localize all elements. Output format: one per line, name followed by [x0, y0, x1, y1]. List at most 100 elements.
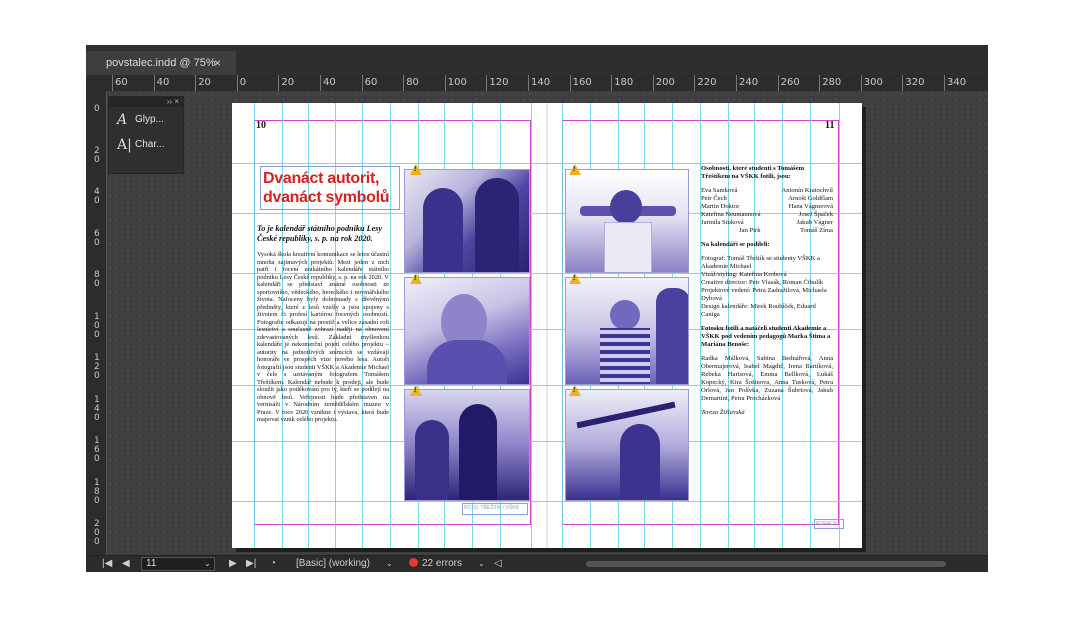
photo-man-with-hat[interactable]	[565, 277, 689, 385]
credit-line: Creative director: Petr Vlasák, Roman Či…	[701, 279, 824, 286]
personality-name: Jarmila Stuková	[701, 219, 744, 226]
ruler-tick	[944, 75, 945, 91]
ruler-tick	[361, 75, 363, 91]
ruler-label: 20	[94, 145, 100, 165]
ruler-label: 140	[531, 77, 551, 88]
personality-name: Kateřina Neumannová	[701, 211, 761, 218]
ruler-tick	[777, 75, 779, 91]
document-tab-title: povstalec.indd @ 75%	[106, 57, 216, 69]
ruler-label: 280	[822, 77, 842, 88]
ruler-tick	[528, 75, 529, 91]
ruler-label: 60	[115, 77, 128, 88]
style-label[interactable]: [Basic] (working)	[296, 558, 370, 569]
document-tab[interactable]: povstalec.indd @ 75% ×	[86, 51, 236, 75]
personality-name: Martin Doktor	[701, 203, 740, 210]
photo-woman-portrait[interactable]	[404, 277, 530, 385]
warning-icon[interactable]: !	[569, 164, 581, 175]
credits-list: Fotograf: Tomáš Třeštík se studenty VŠKK…	[701, 255, 833, 319]
collapsed-panels: ›› × A Glyp... A| Char...	[108, 96, 184, 174]
ruler-label: 40	[156, 77, 170, 88]
scroll-left-icon[interactable]: ◁	[494, 558, 502, 569]
ruler-tick	[569, 75, 571, 91]
article-lead[interactable]: To je kalendář státního podniku Lesy Čes…	[257, 224, 387, 244]
character-label: Char...	[135, 139, 165, 150]
ruler-label: 180	[94, 477, 100, 506]
indesign-window: povstalec.indd @ 75% × 60 40 20 0 20 40 60 80 10…	[86, 45, 988, 572]
error-status[interactable]: 22 errors	[409, 558, 462, 569]
photo-musicians[interactable]	[404, 169, 530, 273]
error-dot-icon	[409, 558, 418, 567]
personality-name: Petr Čech	[701, 195, 727, 202]
next-page-icon[interactable]: ▶	[229, 558, 237, 569]
warning-icon[interactable]: !	[569, 273, 581, 284]
ruler-label: 0	[94, 104, 100, 114]
photo-man-with-axe[interactable]	[565, 389, 689, 501]
ruler-label: 340	[947, 77, 967, 88]
close-icon[interactable]: ×	[214, 51, 221, 75]
ruler-tick	[652, 75, 654, 91]
names-left-column: Eva Samková Petr Čech Martin Doktor Kateřin…	[701, 187, 761, 235]
credit-line: Vizáž/styling: Kateřina Krobová	[701, 271, 787, 278]
panel-collapse-bar[interactable]: ›› ×	[109, 97, 183, 107]
photo-caption-left[interactable]: FOTO: TŘEŠTÍK / VŠKK	[462, 503, 528, 515]
personality-name: Jan Pirk	[739, 227, 761, 234]
spine	[546, 103, 548, 548]
column-guide	[531, 103, 532, 548]
personalities-list: Eva Samková Petr Čech Martin Doktor Kateřin…	[701, 187, 833, 235]
ruler-tick	[153, 75, 155, 91]
ruler-label: 240	[739, 77, 759, 88]
ruler-tick	[112, 75, 113, 91]
ruler-label: 120	[489, 77, 509, 88]
row-guide	[232, 501, 862, 502]
photo-caption-right[interactable]: PORADY	[814, 519, 844, 529]
article-heading[interactable]: Dvanáct autorit, dvanáct symbolů	[260, 166, 400, 210]
first-page-icon[interactable]: |◀	[102, 558, 112, 569]
ruler-tick	[819, 75, 821, 91]
tab-bar: povstalec.indd @ 75% ×	[86, 45, 988, 75]
ruler-label: 80	[406, 77, 419, 88]
chevron-down-icon[interactable]: ⌄	[386, 559, 393, 568]
preflight-icon[interactable]: ◔	[270, 558, 276, 569]
credit-line: Projektové vedení: Petra Zadražilová, Mi…	[701, 287, 827, 302]
prev-page-icon[interactable]: ◀	[122, 558, 130, 569]
chevron-down-icon[interactable]: ⌄	[204, 559, 211, 568]
ruler-label: 200	[655, 77, 675, 88]
ruler-tick	[444, 75, 446, 91]
ruler-label: 320	[905, 77, 925, 88]
glyphs-label: Glyp...	[135, 114, 164, 125]
ruler-label: 260	[780, 77, 800, 88]
article-body[interactable]: Vysoká škola kreativní komunikace se let…	[257, 251, 389, 424]
chevron-down-icon[interactable]: ⌄	[478, 559, 485, 568]
character-panel-button[interactable]: A| Char...	[109, 132, 183, 157]
row-guide	[232, 441, 862, 442]
signature: Tereza Žižlavská	[701, 409, 745, 416]
ruler-tick	[278, 75, 280, 91]
ruler-label: 20	[281, 77, 295, 88]
ruler-label: 140	[94, 394, 100, 423]
ruler-tick	[902, 75, 904, 91]
ruler-tick	[195, 75, 197, 91]
warning-icon[interactable]: !	[410, 273, 422, 284]
credit-line: Fotograf: Tomáš Třeštík se studenty VŠKK…	[701, 255, 820, 270]
personality-name: Antonín Kratochvíl	[781, 187, 833, 194]
right-text-frame[interactable]: Osobnosti, které studenti s Tomášem Třeš…	[701, 165, 833, 423]
personality-name: Hana Vágnerová	[788, 203, 833, 210]
warning-icon[interactable]: !	[410, 164, 422, 175]
right-page-number: 11	[825, 120, 835, 131]
ruler-tick	[486, 75, 488, 91]
ruler-label: 160	[572, 77, 592, 88]
personality-name: Jakub Vágner	[796, 219, 833, 226]
ruler-label: 20	[198, 77, 211, 88]
glyphs-panel-button[interactable]: A Glyp...	[109, 107, 183, 132]
warning-icon[interactable]: !	[569, 385, 581, 396]
warning-icon[interactable]: !	[410, 385, 422, 396]
last-page-icon[interactable]: ▶|	[246, 558, 256, 569]
ruler-label: 180	[614, 77, 634, 88]
ruler-label: 100	[447, 77, 467, 88]
photo-woman-with-board[interactable]	[565, 169, 689, 273]
column-guide	[562, 103, 563, 548]
horizontal-scrollbar[interactable]	[586, 561, 946, 567]
photo-studio-crew[interactable]	[404, 389, 530, 501]
left-page-number: 10	[256, 120, 266, 131]
document-spread[interactable]: 10 11 Dvanáct autorit, dvanáct symbolů T…	[232, 103, 862, 548]
